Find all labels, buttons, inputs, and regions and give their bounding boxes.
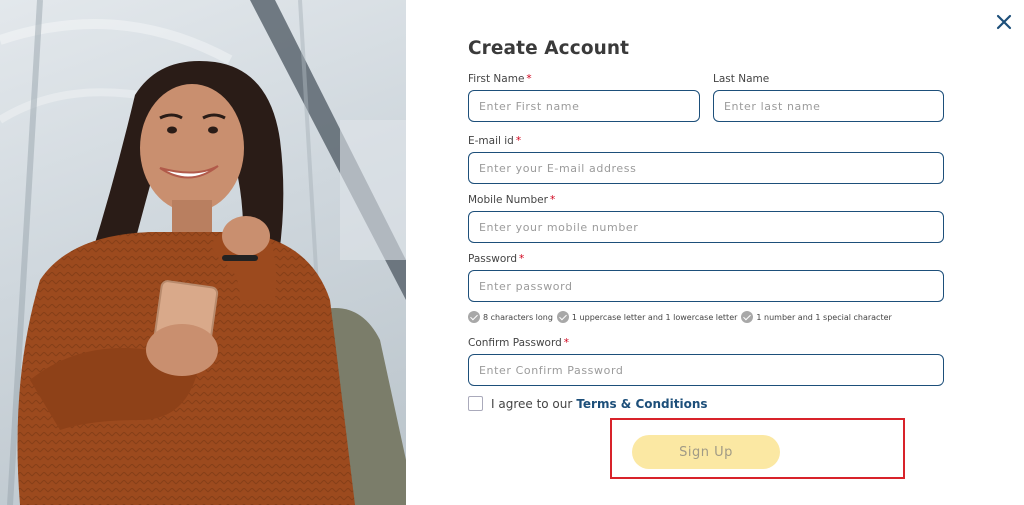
required-marker: * <box>526 73 532 85</box>
password-input[interactable] <box>468 270 944 302</box>
terms-link[interactable]: Terms & Conditions <box>576 397 707 411</box>
agree-text: I agree to our <box>491 396 573 411</box>
confirm-password-input[interactable] <box>468 354 944 386</box>
required-marker: * <box>563 337 570 349</box>
first-name-input[interactable] <box>468 90 700 122</box>
password-rule: 8 characters long <box>468 311 553 323</box>
email-input[interactable] <box>468 152 944 184</box>
check-circle-icon <box>468 311 480 323</box>
last-name-label: Last Name <box>713 73 770 85</box>
sign-up-button[interactable]: Sign Up <box>632 435 780 469</box>
password-label: Password * <box>468 253 525 265</box>
close-button[interactable] <box>994 12 1014 32</box>
password-rule: 1 number and 1 special character <box>741 311 892 323</box>
hero-photo <box>0 0 406 505</box>
close-icon <box>996 14 1012 30</box>
password-rule: 1 uppercase letter and 1 lowercase lette… <box>556 311 737 323</box>
required-marker: * <box>515 135 522 147</box>
password-rules: 8 characters long 1 uppercase letter and… <box>468 311 896 323</box>
first-name-label: First Name * <box>468 73 532 85</box>
required-marker: * <box>519 253 525 265</box>
last-name-input[interactable] <box>713 90 944 122</box>
terms-agreement: I agree to our Terms & Conditions <box>468 396 708 411</box>
check-circle-icon <box>741 311 754 323</box>
check-circle-icon <box>556 311 569 323</box>
required-marker: * <box>549 194 556 206</box>
email-label: E-mail id * <box>468 135 522 147</box>
page-title: Create Account <box>468 38 630 59</box>
woman-with-phone-illustration <box>0 0 406 505</box>
mobile-label: Mobile Number * <box>468 194 556 206</box>
mobile-input[interactable] <box>468 211 944 243</box>
confirm-password-label: Confirm Password * <box>468 337 570 349</box>
terms-checkbox[interactable] <box>468 396 483 411</box>
